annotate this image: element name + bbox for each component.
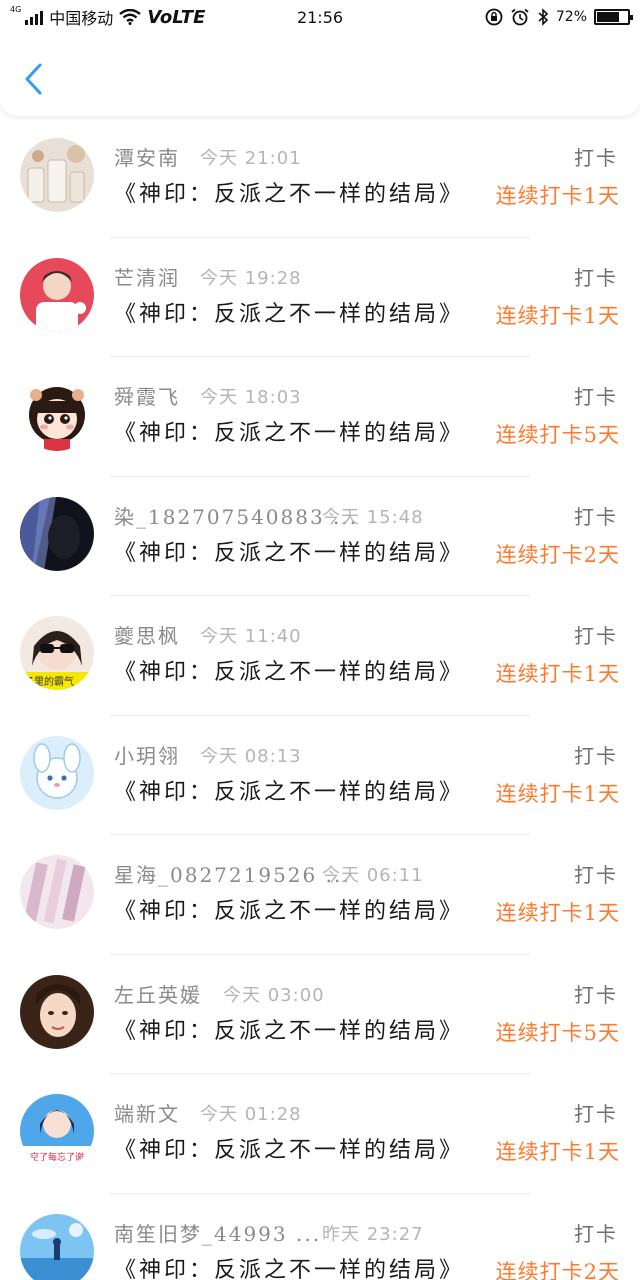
avatar-sky bbox=[20, 1213, 94, 1280]
streak-text: 连续打卡2天 bbox=[495, 542, 620, 567]
avatar[interactable] bbox=[20, 1213, 94, 1280]
avatar-pink bbox=[20, 855, 94, 929]
avatar[interactable]: 空了每忘了谢 bbox=[20, 1094, 94, 1168]
checkin-label: 打卡 bbox=[574, 624, 618, 648]
checkin-row[interactable]: 左丘英媛 今天 03:00 打卡 《神印：反派之不一样的结局》 连续打卡5天 bbox=[0, 955, 640, 1074]
avatar-anime: 空了每忘了谢 bbox=[20, 1094, 94, 1168]
streak-text: 连续打卡1天 bbox=[495, 303, 620, 328]
streak-text: 连续打卡1天 bbox=[495, 184, 620, 208]
book-title[interactable]: 《神印：反派之不一样的结局》 bbox=[114, 893, 464, 925]
checkin-row[interactable]: 染_182707540883 ... 今天 15:48 打卡 《神印：反派之不一… bbox=[0, 477, 640, 596]
avatar-sunglasses: 子里的霸气 bbox=[20, 616, 94, 690]
checkin-time: 今天 18:03 bbox=[200, 387, 302, 408]
checkin-row[interactable]: 小玥翎 今天 08:13 打卡 《神印：反派之不一样的结局》 连续打卡1天 bbox=[0, 716, 640, 835]
checkin-list: 潭安南 今天 21:01 打卡 《神印：反派之不一样的结局》 连续打卡1天 芒清… bbox=[0, 118, 640, 1280]
battery-percent: 72% bbox=[555, 9, 587, 25]
streak-text: 连续打卡1天 bbox=[495, 781, 620, 806]
checkin-label: 打卡 bbox=[574, 1102, 618, 1126]
network-type: 4G bbox=[10, 5, 22, 14]
checkin-time: 今天 06:11 bbox=[322, 865, 424, 886]
avatar-bunny bbox=[20, 735, 94, 810]
wifi-icon bbox=[119, 9, 142, 25]
checkin-label: 打卡 bbox=[574, 265, 618, 290]
volte-indicator: VoLTE bbox=[147, 6, 206, 28]
book-title[interactable]: 《神印：反派之不一样的结局》 bbox=[114, 415, 464, 447]
streak-text: 连续打卡5天 bbox=[495, 423, 620, 447]
avatar[interactable] bbox=[20, 735, 94, 810]
checkin-label: 打卡 bbox=[574, 385, 618, 409]
avatar-jars bbox=[20, 138, 94, 212]
streak-text: 连续打卡2天 bbox=[495, 1259, 620, 1280]
avatar[interactable] bbox=[20, 377, 94, 451]
checkin-label: 打卡 bbox=[574, 1221, 618, 1246]
battery-icon bbox=[594, 9, 633, 25]
user-name[interactable]: 端新文 bbox=[114, 1098, 180, 1127]
checkin-time: 今天 08:13 bbox=[200, 745, 302, 767]
avatar-cartoon-girl bbox=[20, 377, 94, 451]
avatar-dark bbox=[20, 496, 94, 571]
user-name[interactable]: 芒清润 bbox=[114, 262, 180, 291]
checkin-row[interactable]: 空了每忘了谢 端新文 今天 01:28 打卡 《神印：反派之不一样的结局》 连续… bbox=[0, 1074, 640, 1194]
checkin-time: 今天 21:01 bbox=[200, 148, 302, 169]
book-title[interactable]: 《神印：反派之不一样的结局》 bbox=[114, 296, 464, 328]
checkin-label: 打卡 bbox=[574, 863, 618, 887]
signal-icon bbox=[25, 9, 44, 25]
checkin-row[interactable]: 芒清润 今天 19:28 打卡 《神印：反派之不一样的结局》 连续打卡1天 bbox=[0, 238, 640, 357]
book-title[interactable]: 《神印：反派之不一样的结局》 bbox=[114, 176, 464, 208]
book-title[interactable]: 《神印：反派之不一样的结局》 bbox=[114, 1132, 464, 1164]
user-name[interactable]: 南笙旧梦_44993 ... bbox=[114, 1218, 321, 1247]
checkin-time: 今天 15:48 bbox=[322, 506, 424, 528]
checkin-time: 今天 03:00 bbox=[223, 984, 325, 1006]
nav-bar bbox=[0, 34, 640, 116]
checkin-label: 打卡 bbox=[574, 743, 618, 768]
alarm-icon bbox=[511, 8, 529, 26]
checkin-row[interactable]: 星海_0827219526 ... 今天 06:11 打卡 《神印：反派之不一样… bbox=[0, 835, 640, 955]
book-title[interactable]: 《神印：反派之不一样的结局》 bbox=[114, 774, 464, 806]
svg-text:空了每忘了谢: 空了每忘了谢 bbox=[30, 1151, 84, 1163]
checkin-label: 打卡 bbox=[574, 982, 618, 1007]
avatar[interactable]: 子里的霸气 bbox=[20, 616, 94, 690]
checkin-row[interactable]: 舜霞飞 今天 18:03 打卡 《神印：反派之不一样的结局》 连续打卡5天 bbox=[0, 357, 640, 477]
avatar[interactable] bbox=[20, 496, 94, 571]
checkin-label: 打卡 bbox=[574, 146, 618, 170]
book-title[interactable]: 《神印：反派之不一样的结局》 bbox=[114, 654, 464, 686]
book-title[interactable]: 《神印：反派之不一样的结局》 bbox=[114, 535, 464, 567]
checkin-time: 今天 11:40 bbox=[200, 626, 302, 647]
checkin-row[interactable]: 潭安南 今天 21:01 打卡 《神印：反派之不一样的结局》 连续打卡1天 bbox=[0, 118, 640, 238]
user-name[interactable]: 星海_0827219526 ... bbox=[114, 859, 351, 888]
avatar-woman bbox=[20, 974, 94, 1049]
avatar[interactable] bbox=[20, 855, 94, 929]
streak-text: 连续打卡1天 bbox=[495, 901, 620, 925]
streak-text: 连续打卡1天 bbox=[495, 662, 620, 686]
svg-text:子里的霸气: 子里的霸气 bbox=[24, 675, 74, 688]
bluetooth-icon bbox=[538, 8, 549, 26]
user-name[interactable]: 舜霞飞 bbox=[114, 381, 180, 410]
chevron-left-icon[interactable] bbox=[22, 62, 46, 96]
checkin-time: 昨天 23:27 bbox=[322, 1223, 424, 1245]
user-name[interactable]: 左丘英媛 bbox=[114, 979, 202, 1008]
book-title[interactable]: 《神印：反派之不一样的结局》 bbox=[114, 1013, 464, 1045]
carrier-name: 中国移动 bbox=[49, 9, 114, 28]
avatar[interactable] bbox=[20, 138, 94, 212]
checkin-time: 今天 01:28 bbox=[200, 1104, 302, 1125]
avatar[interactable] bbox=[20, 974, 94, 1049]
battery-level bbox=[597, 12, 619, 22]
rotation-lock-icon bbox=[485, 8, 503, 26]
user-name[interactable]: 小玥翎 bbox=[114, 740, 180, 769]
status-time: 21:56 bbox=[296, 7, 344, 27]
user-name[interactable]: 夔思枫 bbox=[114, 620, 180, 649]
avatar[interactable] bbox=[20, 257, 94, 332]
checkin-time: 今天 19:28 bbox=[200, 267, 302, 289]
avatar-red bbox=[20, 257, 94, 332]
status-bar: 4G 中国移动 VoLTE 21:56 72% bbox=[0, 0, 640, 34]
streak-text: 连续打卡5天 bbox=[495, 1020, 620, 1045]
checkin-row[interactable]: 子里的霸气 夔思枫 今天 11:40 打卡 《神印：反派之不一样的结局》 连续打… bbox=[0, 596, 640, 716]
status-left: 4G 中国移动 VoLTE bbox=[10, 5, 205, 29]
user-name[interactable]: 潭安南 bbox=[114, 142, 180, 171]
checkin-label: 打卡 bbox=[574, 504, 618, 529]
streak-text: 连续打卡1天 bbox=[495, 1140, 620, 1164]
status-right: 72% bbox=[485, 8, 633, 26]
checkin-row[interactable]: 南笙旧梦_44993 ... 昨天 23:27 打卡 《神印：反派之不一样的结局… bbox=[0, 1194, 640, 1280]
book-title[interactable]: 《神印：反派之不一样的结局》 bbox=[114, 1252, 464, 1280]
